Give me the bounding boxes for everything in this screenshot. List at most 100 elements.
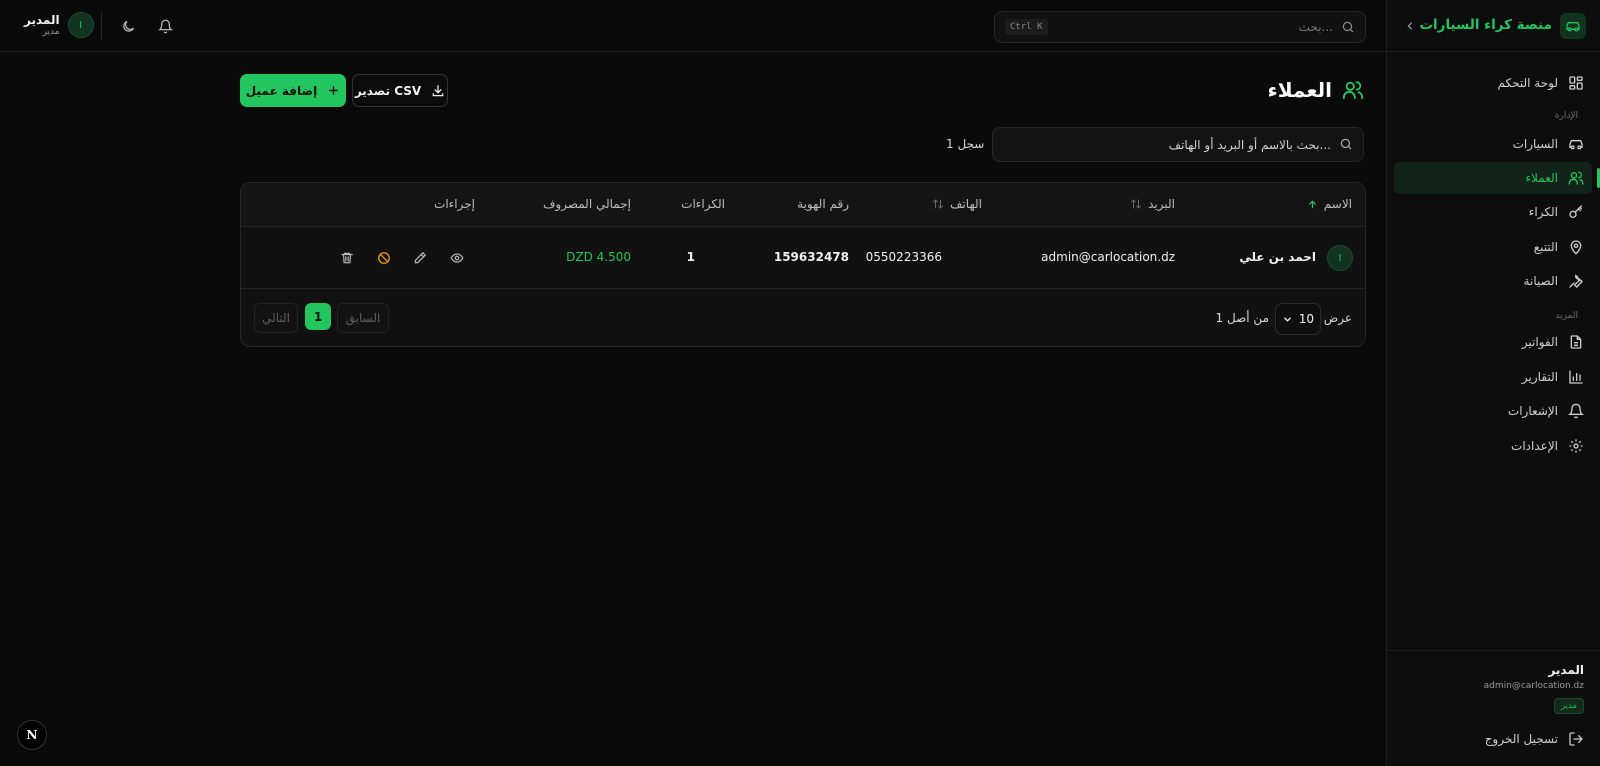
column-rentals: الكراءات	[681, 197, 725, 211]
sidebar-item-label: السيارات	[1512, 137, 1558, 151]
page-title: العملاء	[1268, 78, 1364, 102]
block-icon[interactable]	[375, 249, 393, 267]
column-id-number: رقم الهوية	[797, 197, 849, 211]
delete-trash-icon[interactable]	[338, 249, 356, 267]
user-name: المدير	[24, 13, 60, 27]
sidebar-item-reports[interactable]: التقارير	[1394, 361, 1592, 393]
sort-asc-icon	[1307, 199, 1318, 210]
sort-icon	[1130, 198, 1142, 210]
page-title-text: العملاء	[1267, 78, 1332, 102]
column-name[interactable]: الاسم	[1307, 197, 1352, 211]
current-page-button[interactable]: 1	[305, 303, 331, 330]
client-search-input[interactable]: بحث بالاسم أو البريد أو الهاتف...	[992, 127, 1364, 162]
clients-table: الاسم البريد الهاتف رقم الهوية الكراءات …	[240, 182, 1366, 347]
sidebar-item-label: لوحة التحكم	[1497, 76, 1559, 90]
page-size-select[interactable]: 10	[1275, 303, 1321, 335]
sidebar-item-label: الإشعارات	[1507, 404, 1558, 418]
wrench-icon	[1568, 273, 1584, 289]
sidebar-user-email: admin@carlocation.dz	[1483, 681, 1584, 691]
sidebar: منصة كراء السيارات لوحة التحكم الإدارة ا…	[1386, 0, 1600, 766]
sidebar-item-rentals[interactable]: الكراء	[1394, 196, 1592, 228]
download-icon	[431, 84, 445, 98]
export-csv-label: تصدير CSV	[354, 83, 422, 98]
global-search-input[interactable]: بحث... Ctrl K	[994, 11, 1366, 43]
sidebar-item-clients[interactable]: العملاء	[1394, 162, 1600, 194]
user-names: المدير مدير	[24, 13, 60, 37]
moon-icon[interactable]	[119, 17, 137, 35]
sidebar-item-dashboard[interactable]: لوحة التحكم	[1394, 67, 1592, 99]
sidebar-header: منصة كراء السيارات	[1387, 0, 1600, 52]
search-placeholder: بحث بالاسم أو البريد أو الهاتف...	[1168, 138, 1331, 152]
table-pagination: عرض 10 من أصل 1 السابق 1 التالي	[241, 289, 1365, 346]
sidebar-item-label: الكراء	[1528, 205, 1558, 219]
sidebar-item-cars[interactable]: السيارات	[1394, 128, 1592, 160]
search-icon	[1341, 20, 1355, 34]
column-total-spent: إجمالي المصروف	[542, 197, 631, 211]
column-label: الهاتف	[950, 197, 982, 211]
search-placeholder: بحث...	[1298, 20, 1333, 34]
page-size-value: 10	[1298, 312, 1314, 326]
sidebar-user-panel: المدير admin@carlocation.dz مدير تسجيل ا…	[1386, 650, 1600, 766]
logout-icon	[1568, 731, 1584, 747]
column-actions: إجراءات	[434, 197, 475, 211]
car-icon	[1568, 136, 1584, 152]
sidebar-item-label: التقارير	[1521, 370, 1558, 384]
users-icon	[1342, 79, 1364, 101]
cell-id-number: 159632478	[773, 250, 849, 264]
cell-name: احمد بن علي	[1239, 250, 1316, 264]
add-client-button[interactable]: إضافة عميل	[240, 74, 346, 107]
chevron-down-icon	[1282, 314, 1293, 325]
sidebar-item-tracking[interactable]: التتبع	[1394, 231, 1592, 263]
sidebar-item-settings[interactable]: الإعدادات	[1394, 430, 1592, 462]
dashboard-icon	[1568, 75, 1584, 91]
topbar-divider	[101, 12, 102, 40]
file-text-icon	[1568, 334, 1584, 350]
previous-page-button[interactable]: السابق	[337, 303, 389, 333]
logout-button[interactable]: تسجيل الخروج	[1485, 731, 1584, 747]
sidebar-item-label: الفواتير	[1521, 335, 1558, 349]
record-count: 1 سجل	[946, 137, 985, 151]
next-page-button[interactable]: التالي	[254, 303, 298, 333]
user-menu[interactable]: المدير مدير I	[24, 12, 94, 38]
column-email[interactable]: البريد	[1130, 197, 1175, 211]
sidebar-item-invoices[interactable]: الفواتير	[1394, 326, 1592, 358]
user-role: مدير	[42, 27, 60, 37]
users-icon	[1568, 170, 1584, 186]
map-pin-icon	[1568, 239, 1584, 255]
sidebar-item-notifications[interactable]: الإشعارات	[1394, 395, 1592, 427]
edit-pencil-icon[interactable]	[411, 249, 429, 267]
key-icon	[1568, 204, 1584, 220]
column-phone[interactable]: الهاتف	[932, 197, 982, 211]
car-logo-icon	[1560, 13, 1586, 39]
sidebar-item-label: العملاء	[1525, 171, 1558, 185]
bell-icon	[1568, 403, 1584, 419]
framework-badge-icon[interactable]: N	[17, 720, 47, 750]
notifications-bell-icon[interactable]	[156, 17, 174, 35]
table-header: الاسم البريد الهاتف رقم الهوية الكراءات …	[241, 183, 1365, 227]
sidebar-user-name: المدير	[1548, 663, 1584, 677]
role-badge: مدير	[1553, 698, 1584, 714]
sidebar-item-label: الصيانة	[1523, 274, 1558, 288]
chevron-left-icon[interactable]	[1401, 17, 1419, 35]
avatar: I	[1327, 245, 1353, 271]
topbar: بحث... Ctrl K المدير مدير I	[0, 0, 1386, 52]
cell-rentals: 1	[686, 250, 695, 264]
logout-label: تسجيل الخروج	[1484, 732, 1558, 746]
table-row: I احمد بن علي admin@carlocation.dz 05502…	[241, 227, 1365, 289]
page-size-label: عرض	[1323, 311, 1352, 325]
sidebar-item-label: التتبع	[1533, 240, 1558, 254]
plus-icon	[327, 84, 340, 97]
app-brand: منصة كراء السيارات	[1419, 17, 1552, 33]
cell-email: admin@carlocation.dz	[1041, 250, 1175, 264]
avatar: I	[67, 12, 94, 38]
column-label: الاسم	[1323, 197, 1352, 211]
export-csv-button[interactable]: تصدير CSV	[352, 74, 448, 107]
sidebar-item-maintenance[interactable]: الصيانة	[1394, 265, 1592, 297]
sidebar-section-more: المزيد	[1555, 311, 1578, 321]
page-total-label: من أصل 1	[1215, 311, 1269, 325]
add-client-label: إضافة عميل	[245, 83, 318, 98]
cell-total-spent: DZD 4.500	[566, 250, 631, 264]
cell-phone: 0550223366	[865, 250, 942, 264]
sort-icon	[932, 198, 944, 210]
view-eye-icon[interactable]	[448, 249, 466, 267]
